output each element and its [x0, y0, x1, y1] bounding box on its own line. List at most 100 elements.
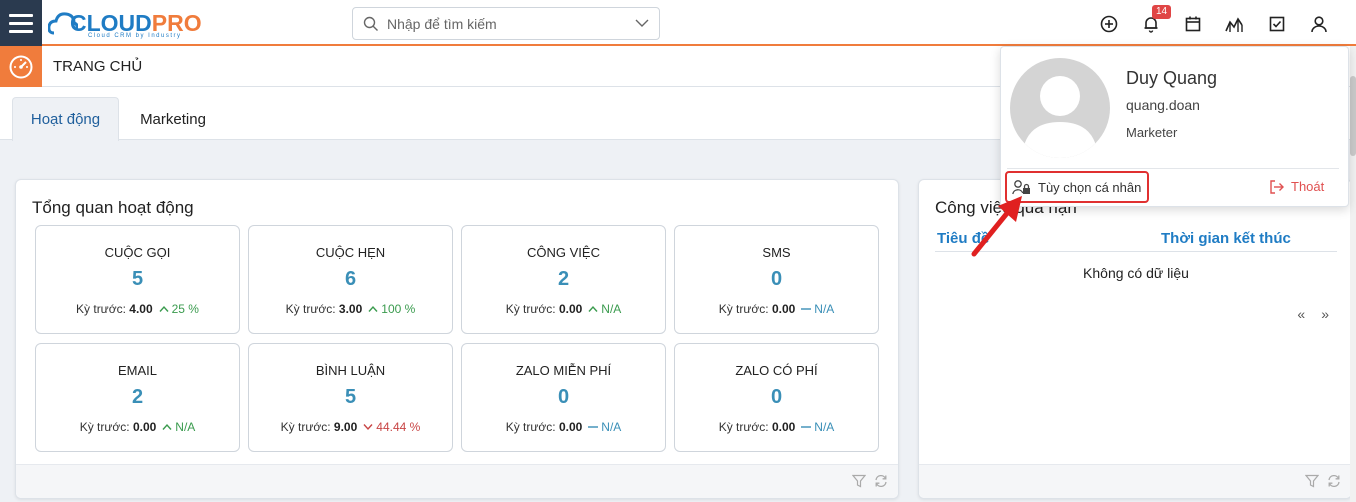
stat-tile[interactable]: ZALO CÓ PHÍ 0 Kỳ trước: 0.00 N/A — [674, 343, 879, 452]
previous-value: 3.00 — [338, 302, 363, 316]
previous-value: 0.00 — [771, 420, 796, 434]
stat-tile[interactable]: ZALO MIỄN PHÍ 0 Kỳ trước: 0.00 N/A — [461, 343, 666, 452]
stat-value: 0 — [557, 386, 570, 408]
change-indicator: N/A — [162, 420, 195, 434]
search-input[interactable] — [387, 14, 627, 34]
stat-label: ZALO CÓ PHÍ — [735, 363, 818, 378]
previous-label: Kỳ trước: — [280, 420, 331, 434]
divider — [1007, 168, 1339, 169]
user-menu-button[interactable] — [1298, 12, 1340, 36]
stat-value: 0 — [770, 386, 783, 408]
trend-flat-icon — [801, 308, 812, 310]
previous-label: Kỳ trước: — [79, 420, 130, 434]
trend-up-icon — [368, 305, 378, 312]
preferences-label: Tùy chọn cá nhân — [1038, 179, 1142, 195]
change-indicator: N/A — [588, 420, 621, 434]
change-value: N/A — [601, 302, 622, 316]
logout-icon — [1270, 179, 1284, 194]
stat-previous: Kỳ trước: 0.00 N/A — [462, 420, 665, 434]
stat-previous: Kỳ trước: 0.00 N/A — [675, 302, 878, 316]
top-navbar: CLOUDPRO Cloud CRM by Industry 14 — [0, 0, 1356, 46]
stat-tile[interactable]: SMS 0 Kỳ trước: 0.00 N/A — [674, 225, 879, 334]
stat-previous: Kỳ trước: 4.00 25 % — [36, 302, 239, 316]
filter-icon[interactable] — [1305, 474, 1319, 488]
stat-label: CUỘC HẸN — [315, 245, 386, 260]
stat-tile[interactable]: CÔNG VIỆC 2 Kỳ trước: 0.00 N/A — [461, 225, 666, 334]
empty-state: Không có dữ liệu — [1083, 265, 1189, 281]
stat-tile[interactable]: BÌNH LUẬN 5 Kỳ trước: 9.00 44.44 % — [248, 343, 453, 452]
trend-down-icon — [363, 424, 373, 431]
previous-value: 0.00 — [558, 420, 583, 434]
stat-tile[interactable]: EMAIL 2 Kỳ trước: 0.00 N/A — [35, 343, 240, 452]
card-footer — [919, 464, 1351, 498]
refresh-icon[interactable] — [1327, 474, 1341, 488]
activity-overview-card: Tổng quan hoạt động CUỘC GỌI 5 Kỳ trước: 4… — [15, 179, 899, 499]
tasks-button[interactable] — [1256, 12, 1298, 36]
stat-previous: Kỳ trước: 9.00 44.44 % — [249, 420, 452, 434]
stat-label: SMS — [762, 245, 791, 260]
page-title: TRANG CHỦ — [53, 58, 143, 75]
previous-value: 0.00 — [771, 302, 796, 316]
change-indicator: N/A — [801, 420, 834, 434]
change-value: N/A — [814, 302, 835, 316]
user-full-name: Duy Quang — [1126, 68, 1218, 88]
logo[interactable]: CLOUDPRO Cloud CRM by Industry — [48, 6, 208, 40]
change-value: N/A — [175, 420, 196, 434]
card-footer — [16, 464, 898, 498]
previous-label: Kỳ trước: — [285, 302, 336, 316]
pagination: « » — [1297, 306, 1329, 322]
global-search[interactable] — [352, 7, 660, 40]
chart-icon — [1225, 17, 1243, 32]
scrollbar-thumb[interactable] — [1350, 76, 1356, 156]
notifications-button[interactable]: 14 — [1130, 5, 1172, 36]
stat-label: BÌNH LUẬN — [315, 363, 386, 378]
stat-previous: Kỳ trước: 3.00 100 % — [249, 302, 452, 316]
tab-activity[interactable]: Hoạt động — [12, 97, 119, 141]
reports-button[interactable] — [1214, 12, 1256, 36]
change-indicator: 44.44 % — [363, 420, 420, 434]
stat-tile[interactable]: CUỘC HẸN 6 Kỳ trước: 3.00 100 % — [248, 225, 453, 334]
stat-tile[interactable]: CUỘC GỌI 5 Kỳ trước: 4.00 25 % — [35, 225, 240, 334]
card-title: Tổng quan hoạt động — [32, 198, 194, 217]
refresh-icon[interactable] — [874, 474, 888, 488]
column-end-time[interactable]: Thời gian kết thúc — [1161, 230, 1291, 247]
dashboard-icon — [0, 46, 42, 87]
user-icon — [1311, 16, 1327, 33]
calendar-button[interactable] — [1172, 12, 1214, 36]
change-indicator: 100 % — [368, 302, 415, 316]
previous-value: 0.00 — [558, 302, 583, 316]
stat-value: 5 — [344, 386, 357, 408]
previous-value: 9.00 — [333, 420, 358, 434]
chevron-down-icon[interactable] — [635, 18, 649, 28]
hamburger-menu-button[interactable] — [0, 0, 42, 46]
trend-flat-icon — [588, 426, 599, 428]
next-page-button[interactable]: » — [1321, 306, 1329, 322]
stat-value: 2 — [557, 268, 570, 290]
user-profile-dropdown: Duy Quang quang.doan Marketer Tùy chọn c… — [1000, 46, 1349, 207]
prev-page-button[interactable]: « — [1297, 306, 1305, 322]
checkbox-icon — [1269, 16, 1285, 32]
tab-marketing[interactable]: Marketing — [125, 97, 221, 141]
filter-icon[interactable] — [852, 474, 866, 488]
logo-tagline: Cloud CRM by Industry — [88, 33, 182, 39]
user-login: quang.doan — [1126, 97, 1200, 113]
page-scrollbar[interactable] — [1350, 46, 1356, 502]
change-value: N/A — [601, 420, 622, 434]
stat-label: CÔNG VIỆC — [527, 245, 600, 260]
avatar — [1010, 58, 1110, 158]
annotation-arrow-icon — [971, 196, 1022, 257]
logout-button[interactable]: Thoát — [1269, 179, 1324, 194]
stat-label: ZALO MIỄN PHÍ — [515, 363, 612, 378]
stat-grid: CUỘC GỌI 5 Kỳ trước: 4.00 25 % CUỘC HẸN 6 Kỳ t… — [35, 225, 880, 452]
calendar-icon — [1185, 16, 1201, 32]
previous-label: Kỳ trước: — [505, 420, 556, 434]
change-value: 100 % — [381, 302, 416, 316]
previous-label: Kỳ trước: — [76, 302, 126, 316]
quick-create-button[interactable] — [1088, 12, 1130, 36]
stat-value: 5 — [131, 268, 144, 290]
trend-flat-icon — [801, 426, 812, 428]
stat-label: CUỘC GỌI — [104, 245, 171, 260]
trend-up-icon — [588, 305, 598, 312]
search-icon — [363, 16, 378, 31]
stat-previous: Kỳ trước: 0.00 N/A — [462, 302, 665, 316]
